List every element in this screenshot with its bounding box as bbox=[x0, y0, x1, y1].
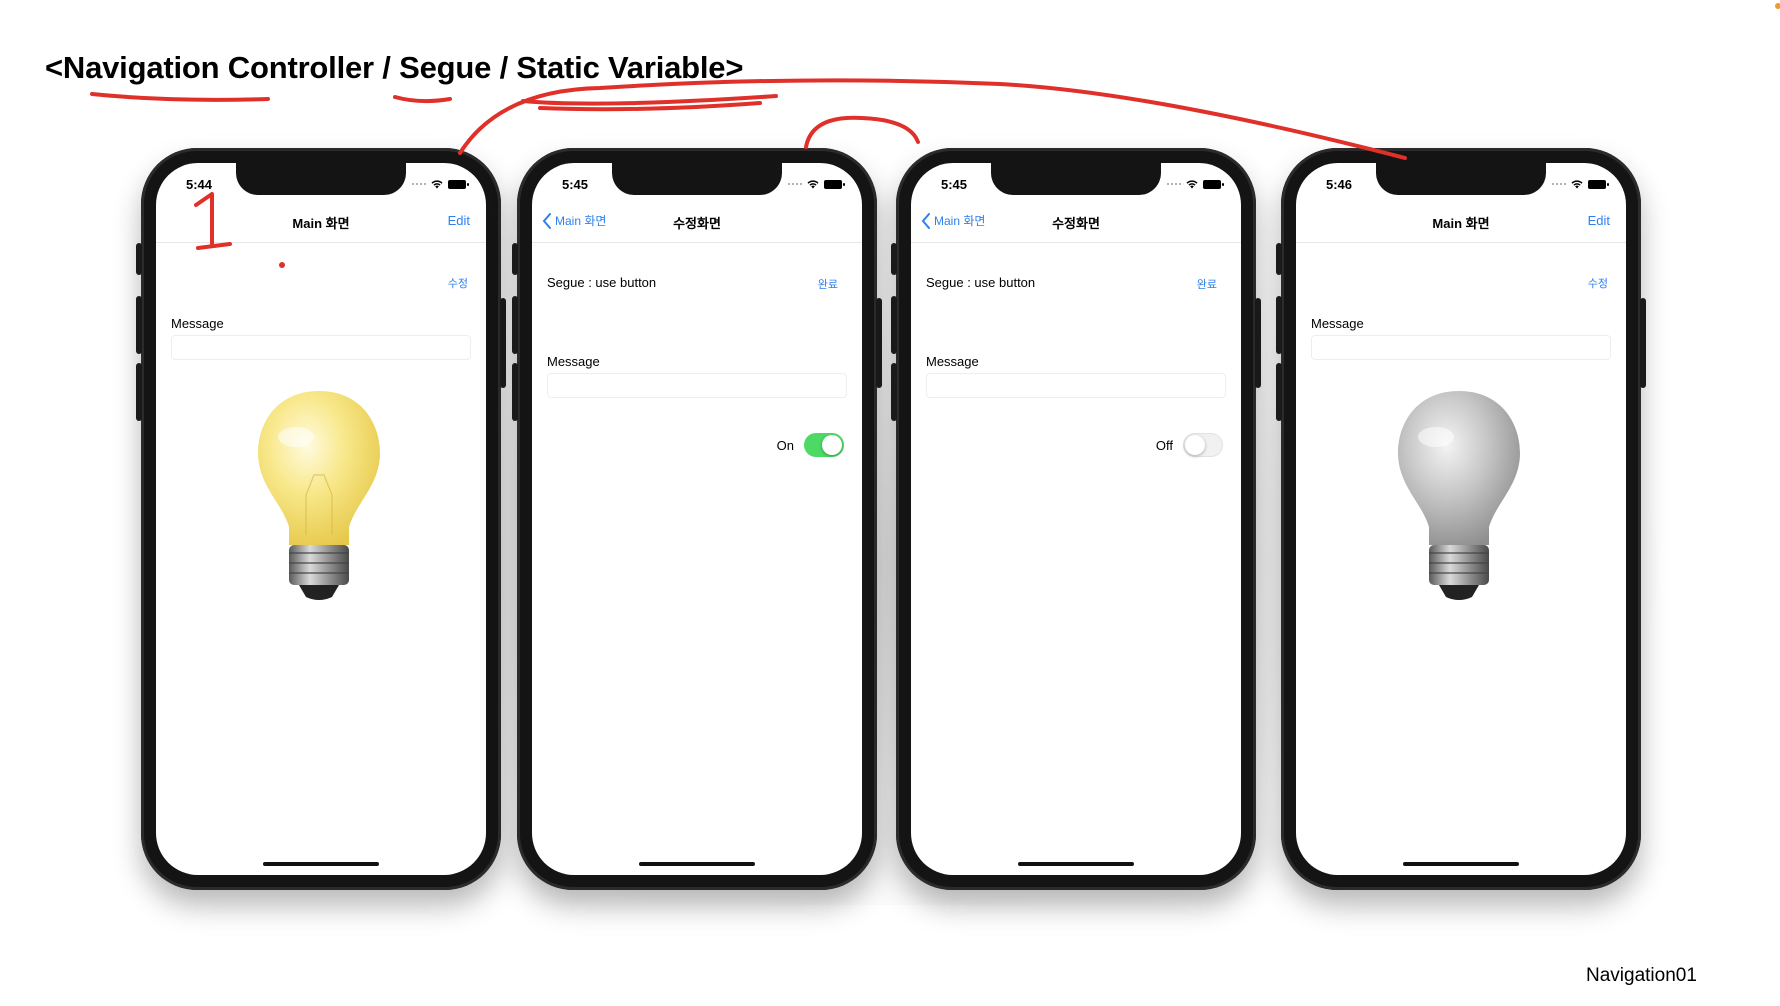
phone-edit-on: 5:45 Main 화면 수정화면 Segue : use button 완료 … bbox=[512, 148, 882, 890]
underline-navigation-controller bbox=[90, 92, 270, 102]
signal-icon bbox=[412, 183, 426, 185]
power-button bbox=[1255, 298, 1261, 388]
status-time: 5:45 bbox=[941, 177, 968, 192]
battery-icon bbox=[1588, 179, 1609, 189]
phone-edit-off: 5:45 Main 화면 수정화면 Segue : use button 완료 … bbox=[891, 148, 1261, 890]
navigation-bar: Main 화면 Edit bbox=[156, 201, 486, 243]
volume-up-button bbox=[136, 296, 142, 354]
power-button bbox=[876, 298, 882, 388]
status-time: 5:44 bbox=[186, 177, 213, 192]
phone-screen: 5:44 Main 화면 Edit 수정 Message bbox=[156, 163, 486, 875]
segue-label: Segue : use button bbox=[547, 275, 657, 290]
slide-title: <Navigation Controller / Segue / Static … bbox=[45, 50, 744, 85]
light-switch[interactable] bbox=[1183, 433, 1223, 457]
notch bbox=[1376, 163, 1546, 195]
home-indicator bbox=[1018, 862, 1134, 866]
home-indicator bbox=[639, 862, 755, 866]
navigation-bar: Main 화면 수정화면 bbox=[532, 201, 862, 243]
ringer-switch bbox=[512, 243, 518, 275]
light-switch-row: Off bbox=[1156, 433, 1223, 457]
nav-title: Main 화면 bbox=[1432, 216, 1490, 231]
message-label: Message bbox=[1311, 316, 1364, 331]
home-indicator bbox=[263, 862, 379, 866]
wifi-icon bbox=[1571, 180, 1583, 189]
notch bbox=[991, 163, 1161, 195]
message-field[interactable] bbox=[547, 373, 847, 398]
done-button[interactable]: 완료 bbox=[818, 276, 838, 292]
message-label: Message bbox=[926, 354, 979, 369]
switch-knob bbox=[1185, 435, 1205, 455]
message-label: Message bbox=[547, 354, 600, 369]
status-time: 5:46 bbox=[1326, 177, 1353, 192]
navigation-bar: Main 화면 수정화면 bbox=[911, 201, 1241, 243]
message-field[interactable] bbox=[171, 335, 471, 360]
navigation-bar: Main 화면 Edit bbox=[1296, 201, 1626, 243]
power-button bbox=[500, 298, 506, 388]
message-field[interactable] bbox=[1311, 335, 1611, 360]
battery-icon bbox=[824, 179, 845, 189]
switch-knob bbox=[822, 435, 842, 455]
ringer-switch bbox=[136, 243, 142, 275]
status-icons bbox=[1167, 178, 1224, 190]
light-switch-row: On bbox=[777, 433, 844, 457]
ringer-switch bbox=[1276, 243, 1282, 275]
notch bbox=[236, 163, 406, 195]
underline-static-variable bbox=[521, 94, 778, 112]
segue-label: Segue : use button bbox=[926, 275, 1036, 290]
underline-segue bbox=[393, 95, 452, 104]
done-button[interactable]: 완료 bbox=[1197, 276, 1217, 292]
signal-icon bbox=[1167, 183, 1181, 185]
ringer-switch bbox=[891, 243, 897, 275]
volume-down-button bbox=[136, 363, 142, 421]
edit-button[interactable]: Edit bbox=[1588, 213, 1610, 228]
slide-footer: Navigation01 bbox=[1586, 965, 1697, 986]
corner-ink-dot bbox=[1775, 3, 1780, 9]
wifi-icon bbox=[431, 180, 443, 189]
volume-down-button bbox=[512, 363, 518, 421]
status-time: 5:45 bbox=[562, 177, 589, 192]
status-icons bbox=[1552, 178, 1609, 190]
curve-phone1-to-phone4 bbox=[458, 78, 1407, 160]
modify-link[interactable]: 수정 bbox=[1588, 275, 1608, 291]
phone-main-off: 5:46 Main 화면 Edit 수정 Message bbox=[1276, 148, 1646, 890]
phone-screen: 5:45 Main 화면 수정화면 Segue : use button 완료 … bbox=[911, 163, 1241, 875]
nav-title: Main 화면 bbox=[292, 216, 350, 231]
power-button bbox=[1640, 298, 1646, 388]
switch-label: Off bbox=[1155, 437, 1173, 453]
message-field[interactable] bbox=[926, 373, 1226, 398]
notch bbox=[612, 163, 782, 195]
edit-button[interactable]: Edit bbox=[448, 213, 470, 228]
message-label: Message bbox=[171, 316, 224, 331]
status-icons bbox=[412, 178, 469, 190]
switch-label: On bbox=[776, 437, 794, 453]
nav-title: 수정화면 bbox=[1052, 216, 1100, 231]
nav-title: 수정화면 bbox=[673, 216, 721, 231]
curve-phone2-to-phone3 bbox=[804, 115, 920, 149]
wifi-icon bbox=[1186, 180, 1198, 189]
phone-main-on: 5:44 Main 화면 Edit 수정 Message bbox=[136, 148, 506, 890]
battery-icon bbox=[448, 179, 469, 189]
light-switch[interactable] bbox=[804, 433, 844, 457]
volume-up-button bbox=[1276, 296, 1282, 354]
status-icons bbox=[788, 178, 845, 190]
home-indicator bbox=[1403, 862, 1519, 866]
volume-down-button bbox=[891, 363, 897, 421]
lightbulb-off-icon bbox=[1398, 391, 1520, 600]
signal-icon bbox=[1552, 183, 1566, 185]
wifi-icon bbox=[807, 180, 819, 189]
volume-down-button bbox=[1276, 363, 1282, 421]
volume-up-button bbox=[891, 296, 897, 354]
modify-link[interactable]: 수정 bbox=[448, 275, 468, 291]
battery-icon bbox=[1203, 179, 1224, 189]
phone-screen: 5:45 Main 화면 수정화면 Segue : use button 완료 … bbox=[532, 163, 862, 875]
signal-icon bbox=[788, 183, 802, 185]
phone-screen: 5:46 Main 화면 Edit 수정 Message bbox=[1296, 163, 1626, 875]
volume-up-button bbox=[512, 296, 518, 354]
lightbulb-on-icon bbox=[258, 391, 380, 600]
